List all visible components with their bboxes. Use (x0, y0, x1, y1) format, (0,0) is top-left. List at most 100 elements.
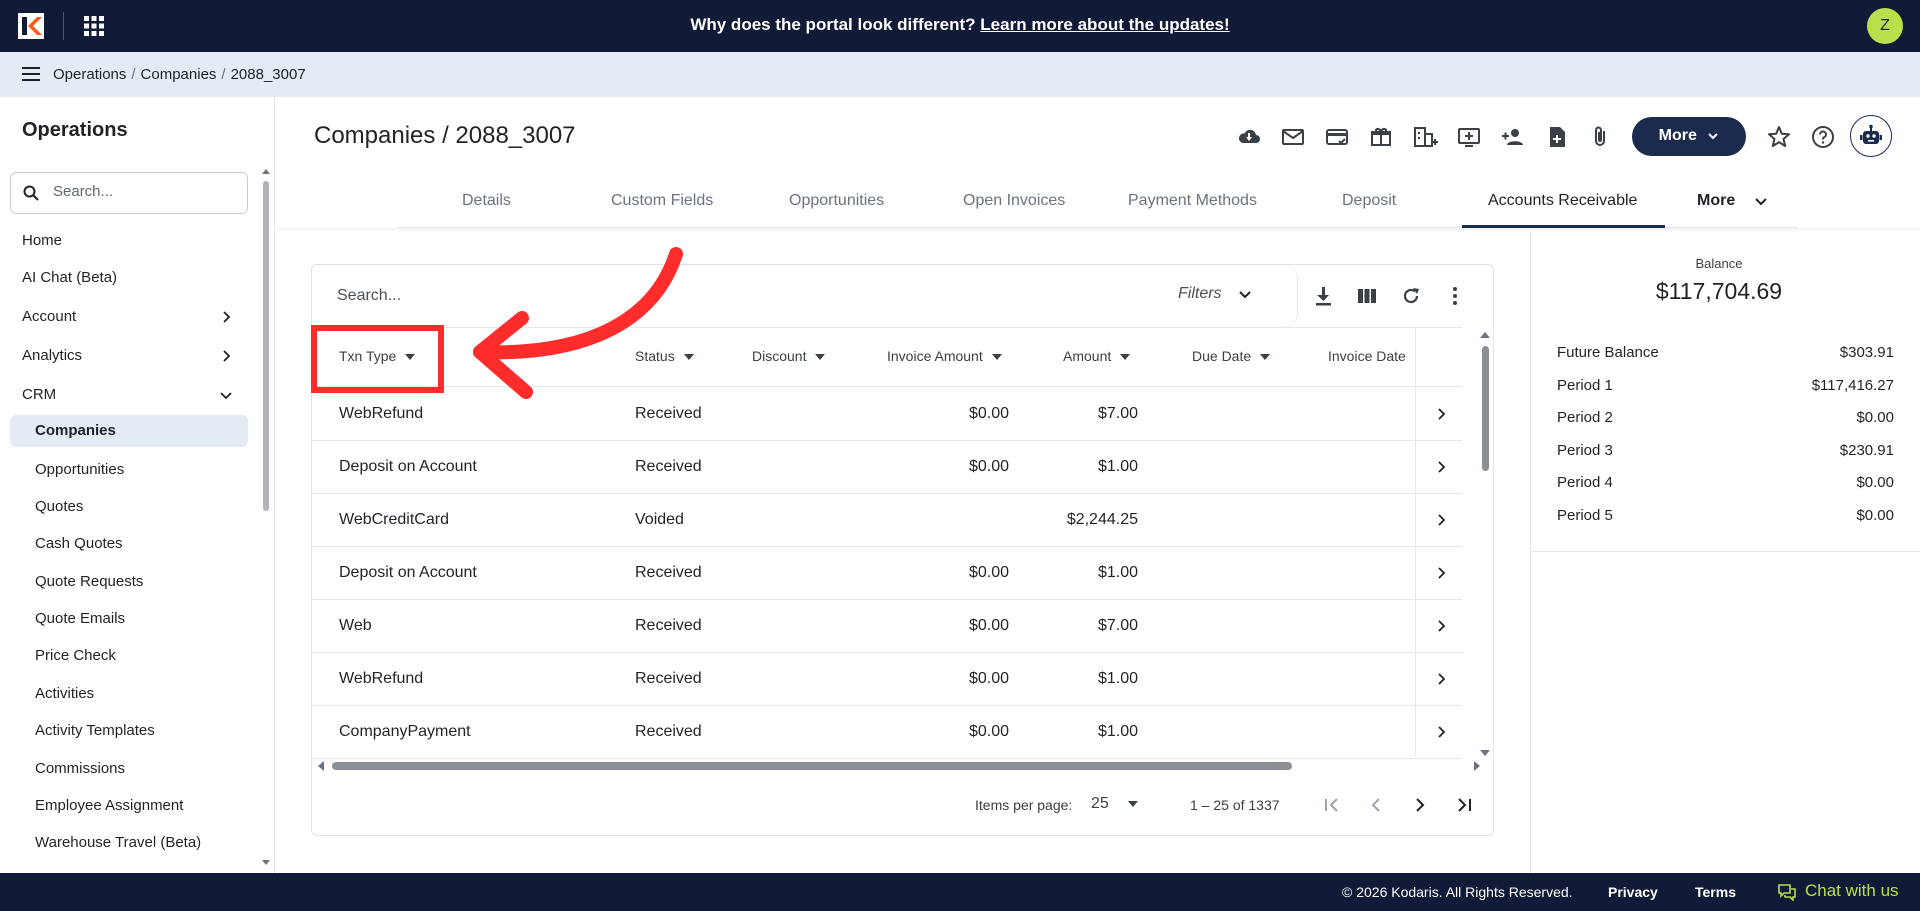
terms-link[interactable]: Terms (1695, 884, 1736, 900)
table-row[interactable]: WebCreditCard Voided $2,244.25 (312, 494, 1462, 547)
tab-opportunities[interactable]: Opportunities (789, 192, 884, 210)
cell-invoice-amount: $0.00 (968, 458, 1009, 475)
breadcrumb-item[interactable]: Operations (53, 66, 126, 83)
first-page-icon[interactable] (1322, 795, 1342, 815)
chevron-right-icon[interactable] (1434, 672, 1448, 686)
columns-icon[interactable] (1356, 285, 1378, 307)
privacy-link[interactable]: Privacy (1608, 884, 1658, 900)
note-add-icon[interactable] (1544, 124, 1570, 150)
sidebar-item-quote-emails[interactable]: Quote Emails (0, 603, 250, 635)
download-icon[interactable] (1312, 285, 1334, 307)
chat-with-us-link[interactable]: Chat with us (1805, 881, 1899, 901)
scroll-down-icon[interactable] (262, 859, 270, 867)
previous-page-icon[interactable] (1366, 795, 1386, 815)
column-header-invoice-date[interactable]: Invoice Date (1328, 348, 1406, 364)
help-icon[interactable] (1810, 124, 1836, 150)
tab-more[interactable]: More (1697, 192, 1768, 210)
cloud-download-icon[interactable] (1236, 124, 1262, 150)
sidebar-item-opportunities[interactable]: Opportunities (0, 454, 250, 486)
tab-accounts-receivable[interactable]: Accounts Receivable (1488, 192, 1637, 210)
attachment-icon[interactable] (1588, 124, 1614, 150)
sidebar-item-employee-assignment[interactable]: Employee Assignment (0, 790, 250, 822)
chevron-right-icon[interactable] (1434, 460, 1448, 474)
more-vertical-icon[interactable] (1444, 285, 1466, 307)
sidebar-item-price-check[interactable]: Price Check (0, 640, 250, 672)
last-page-icon[interactable] (1454, 795, 1474, 815)
sidebar-item-analytics[interactable]: Analytics (0, 340, 250, 372)
tab-payment-methods[interactable]: Payment Methods (1128, 192, 1257, 210)
sidebar-scrollbar[interactable] (262, 167, 270, 867)
scroll-up-icon[interactable] (1479, 330, 1491, 340)
tab-open-invoices[interactable]: Open Invoices (963, 192, 1065, 210)
sidebar-item-quotes[interactable]: Quotes (0, 491, 250, 523)
refresh-icon[interactable] (1400, 285, 1422, 307)
ai-assistant-button[interactable] (1850, 115, 1892, 157)
sidebar-item-activity-templates[interactable]: Activity Templates (0, 715, 250, 747)
sidebar-item-cash-quotes[interactable]: Cash Quotes (0, 528, 250, 560)
table-row[interactable]: Web Received $0.00 $7.00 (312, 600, 1462, 653)
sidebar-search-input[interactable] (53, 183, 233, 200)
scroll-left-icon[interactable] (316, 760, 326, 772)
table-horizontal-scroll-thumb[interactable] (332, 762, 1292, 770)
column-header-discount[interactable]: Discount (752, 348, 826, 364)
sidebar-item-ai-chat-beta[interactable]: AI Chat (Beta) (0, 262, 250, 294)
items-per-page-label: Items per page: (975, 797, 1073, 813)
balance-row-value: $230.91 (1839, 441, 1894, 459)
breadcrumb: Operations / Companies/2088_3007 (53, 66, 306, 83)
person-add-icon[interactable] (1500, 124, 1526, 150)
table-vertical-scroll-thumb[interactable] (1482, 346, 1489, 471)
filters-dropdown[interactable]: Filters (1178, 285, 1252, 303)
add-to-queue-icon[interactable] (1456, 124, 1482, 150)
breadcrumb-item[interactable]: Companies (141, 66, 217, 83)
user-avatar[interactable]: Z (1867, 8, 1903, 44)
chevron-right-icon[interactable] (1434, 725, 1448, 739)
tab-deposit[interactable]: Deposit (1342, 192, 1396, 210)
chevron-down-icon (1239, 291, 1251, 299)
chevron-right-icon[interactable] (1434, 566, 1448, 580)
table-row[interactable]: Deposit on Account Received $0.00 $1.00 (312, 547, 1462, 600)
chevron-right-icon[interactable] (1434, 513, 1448, 527)
chevron-down-icon (1754, 198, 1767, 206)
credit-card-icon[interactable] (1324, 124, 1350, 150)
table-row[interactable]: WebRefund Received $0.00 $1.00 (312, 653, 1462, 706)
cell-status: Received (635, 564, 702, 581)
chevron-right-icon[interactable] (1434, 619, 1448, 633)
column-header-label: Amount (1063, 348, 1112, 364)
sidebar-item-commissions[interactable]: Commissions (0, 753, 250, 785)
sidebar-item-crm[interactable]: CRM (0, 379, 250, 411)
balance-row: Period 5 $0.00 (1557, 507, 1894, 524)
gift-icon[interactable] (1368, 124, 1394, 150)
menu-icon[interactable] (22, 67, 40, 81)
table-row[interactable]: Deposit on Account Received $0.00 $1.00 (312, 441, 1462, 494)
table-horizontal-scrollbar[interactable] (316, 759, 1486, 771)
scroll-right-icon[interactable] (1472, 760, 1482, 772)
learn-more-link[interactable]: Learn more about the updates! (980, 15, 1229, 34)
column-header-due-date[interactable]: Due Date (1192, 348, 1271, 364)
scroll-down-icon[interactable] (1479, 748, 1491, 758)
sidebar-item-warehouse-travel-beta[interactable]: Warehouse Travel (Beta) (0, 827, 250, 859)
tab-details[interactable]: Details (462, 192, 511, 210)
column-header-invoice-amount[interactable]: Invoice Amount (887, 348, 1002, 364)
scroll-up-icon[interactable] (262, 167, 270, 175)
sidebar-scroll-thumb[interactable] (263, 181, 269, 511)
tab-custom-fields[interactable]: Custom Fields (611, 192, 713, 210)
table-vertical-scrollbar[interactable] (1479, 330, 1491, 760)
table-row[interactable]: CompanyPayment Received $0.00 $1.00 (312, 706, 1462, 759)
balance-row: Future Balance $303.91 (1557, 344, 1894, 361)
sidebar-item-account[interactable]: Account (0, 301, 250, 333)
sidebar-item-quote-requests[interactable]: Quote Requests (0, 566, 250, 598)
sidebar-item-activities[interactable]: Activities (0, 678, 250, 710)
highlight-box (311, 325, 444, 393)
chevron-right-icon[interactable] (1434, 407, 1448, 421)
star-icon[interactable] (1766, 124, 1792, 150)
column-header-amount[interactable]: Amount (1063, 348, 1131, 364)
chat-icon[interactable] (1778, 883, 1796, 901)
sidebar-item-home[interactable]: Home (0, 225, 250, 257)
sidebar-item-companies[interactable]: Companies (10, 415, 248, 447)
mail-icon[interactable] (1280, 124, 1306, 150)
building-add-icon[interactable] (1412, 124, 1438, 150)
more-actions-button[interactable]: More (1632, 117, 1746, 156)
next-page-icon[interactable] (1410, 795, 1430, 815)
items-per-page-select[interactable]: 25 (1091, 795, 1139, 813)
sidebar-search[interactable] (10, 172, 248, 214)
